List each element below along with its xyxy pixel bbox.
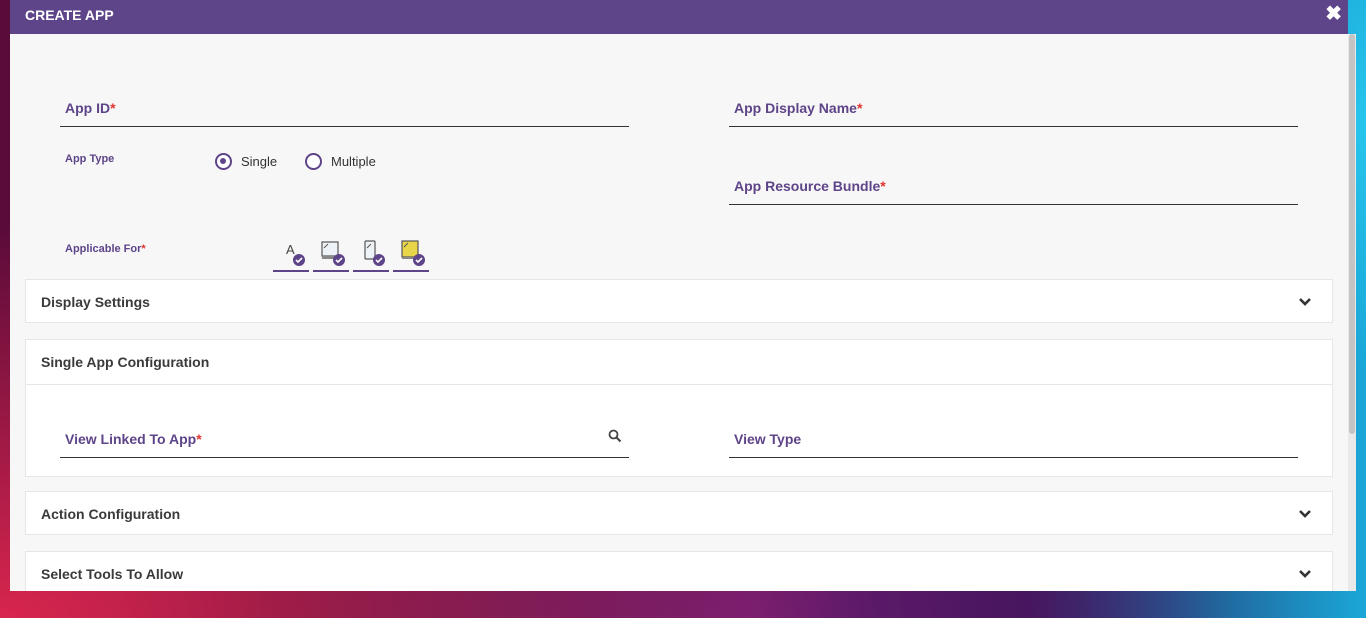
action-configuration-panel[interactable]: Action Configuration xyxy=(25,491,1333,535)
dialog-header: CREATE APP ✖ xyxy=(10,0,1348,34)
dialog-title: CREATE APP xyxy=(25,7,114,23)
select-tools-to-allow-title: Select Tools To Allow xyxy=(41,566,184,582)
single-app-configuration-title: Single App Configuration xyxy=(41,354,210,370)
panel-divider xyxy=(26,384,1332,385)
app-type-single-label[interactable]: Single xyxy=(241,154,277,169)
app-display-name-field[interactable]: App Display Name* xyxy=(729,92,1298,127)
required-marker: * xyxy=(880,178,886,194)
app-type-multiple-radio[interactable] xyxy=(305,153,322,170)
app-type-single-radio[interactable] xyxy=(215,153,232,170)
display-settings-panel[interactable]: Display Settings xyxy=(25,279,1333,323)
chevron-down-icon[interactable] xyxy=(1298,297,1312,307)
app-type-label: App Type xyxy=(65,153,115,165)
select-tools-to-allow-panel[interactable]: Select Tools To Allow xyxy=(25,551,1333,591)
app-display-name-label: App Display Name xyxy=(734,100,857,116)
scrollbar-thumb[interactable] xyxy=(1349,34,1355,434)
view-linked-to-app-field[interactable]: View Linked To App* xyxy=(60,423,629,458)
required-marker: * xyxy=(110,100,116,116)
app-resource-bundle-field[interactable]: App Resource Bundle* xyxy=(729,170,1298,205)
app-type-multiple-label[interactable]: Multiple xyxy=(331,154,376,169)
required-marker: * xyxy=(196,431,202,447)
chevron-down-icon[interactable] xyxy=(1298,509,1312,519)
create-app-dialog: CREATE APP ✖ App ID* App Display Name* A… xyxy=(10,0,1348,591)
device-desktop-toggle[interactable] xyxy=(313,240,349,272)
accessibility-text-icon: A xyxy=(286,242,305,266)
device-mobile-toggle[interactable] xyxy=(353,240,389,272)
chevron-down-icon[interactable] xyxy=(1298,569,1312,579)
action-configuration-title: Action Configuration xyxy=(41,506,181,522)
applicable-for-label: Applicable For* xyxy=(65,243,146,255)
app-id-field[interactable]: App ID* xyxy=(60,92,629,127)
search-icon[interactable] xyxy=(608,429,622,443)
view-type-field[interactable]: View Type xyxy=(729,423,1298,458)
dialog-scrollbar[interactable] xyxy=(1348,34,1356,591)
tablet-icon xyxy=(401,240,425,266)
close-icon[interactable]: ✖ xyxy=(1325,4,1342,24)
display-settings-title: Display Settings xyxy=(41,294,150,310)
svg-text:A: A xyxy=(286,242,295,257)
view-type-label: View Type xyxy=(734,431,802,447)
single-app-configuration-panel: Single App Configuration View Linked To … xyxy=(25,339,1333,477)
desktop-icon xyxy=(321,241,345,266)
applicable-for-text: Applicable For xyxy=(65,243,142,255)
mobile-icon xyxy=(364,240,385,266)
required-marker: * xyxy=(856,100,863,116)
view-linked-to-app-label: View Linked To App xyxy=(65,431,197,447)
app-resource-bundle-label: App Resource Bundle xyxy=(734,178,881,194)
required-marker: * xyxy=(141,243,146,255)
device-tablet-toggle[interactable] xyxy=(393,240,429,272)
device-accessibility-toggle[interactable]: A xyxy=(273,240,309,272)
app-id-label: App ID xyxy=(65,100,111,116)
